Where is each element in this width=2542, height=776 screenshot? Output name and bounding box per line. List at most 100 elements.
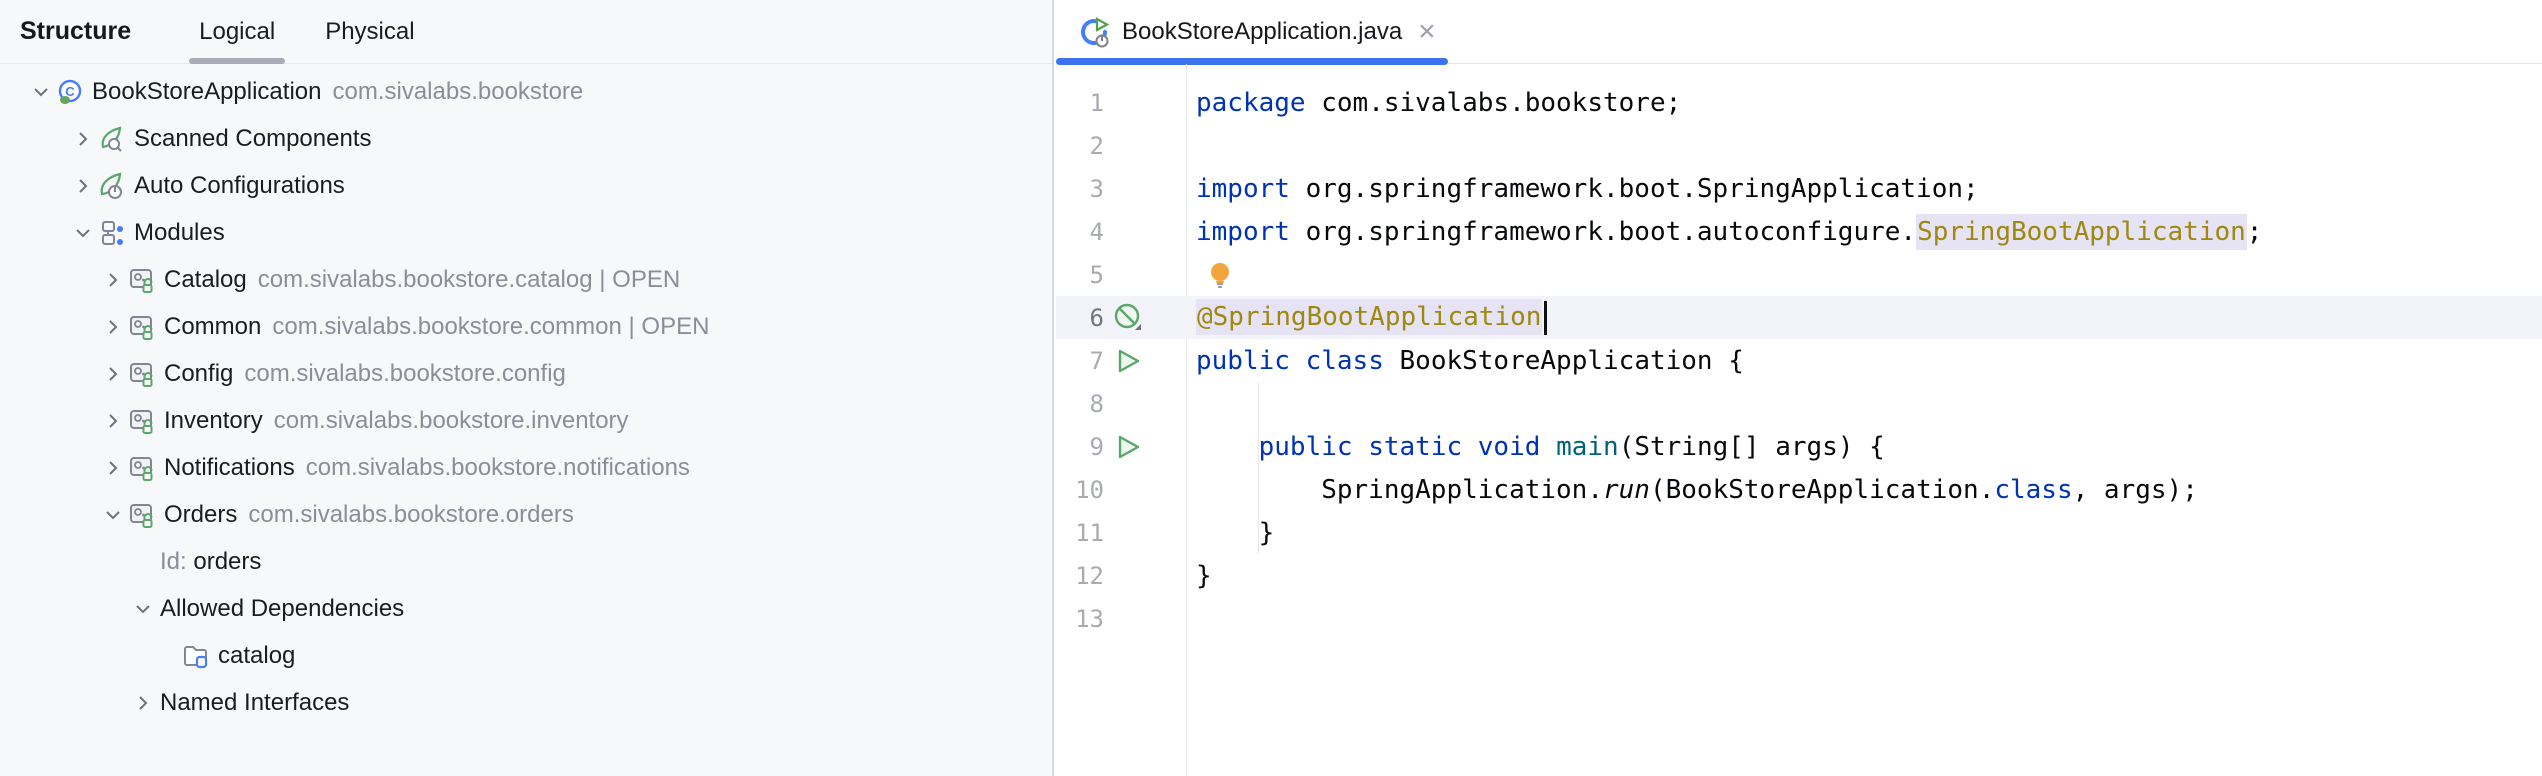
gutter-empty bbox=[1114, 174, 1160, 204]
line-number: 7 bbox=[1056, 347, 1104, 375]
code-line-5[interactable]: 5 bbox=[1056, 253, 2542, 296]
chevron-down-icon[interactable] bbox=[26, 77, 56, 107]
gutter-empty bbox=[1114, 217, 1160, 247]
gutter-empty bbox=[1114, 604, 1160, 634]
modules-icon bbox=[98, 219, 126, 247]
chevron-right-icon[interactable] bbox=[98, 406, 128, 436]
tab-logical[interactable]: Logical bbox=[187, 0, 287, 64]
code-line-10[interactable]: 10 SpringApplication.run(BookStoreApplic… bbox=[1056, 468, 2542, 511]
code-text[interactable]: import org.springframework.boot.autoconf… bbox=[1196, 217, 2262, 247]
chevron-down-icon[interactable] bbox=[98, 500, 128, 530]
tree-item-orders[interactable]: Id: orders bbox=[0, 538, 1052, 585]
chevron-down-icon[interactable] bbox=[128, 594, 158, 624]
tree-item-qualifier: com.sivalabs.bookstore bbox=[332, 78, 583, 106]
plain-token: (BookStoreApplication. bbox=[1650, 475, 1994, 505]
code-text[interactable]: SpringApplication.run(BookStoreApplicati… bbox=[1196, 475, 2198, 505]
editor-tab-bookstoreapplication[interactable]: BookStoreApplication.java × bbox=[1056, 0, 1448, 63]
plain-token: com.sivalabs.bookstore; bbox=[1306, 88, 1682, 118]
tree-item-prefix: Id: bbox=[160, 548, 193, 575]
chevron-right-icon[interactable] bbox=[98, 265, 128, 295]
tree-item-config[interactable]: Configcom.sivalabs.bookstore.config bbox=[0, 350, 1052, 397]
plain-token bbox=[1196, 432, 1259, 462]
gutter-empty bbox=[1114, 88, 1160, 118]
line-number: 10 bbox=[1056, 476, 1104, 504]
gutter-empty bbox=[1114, 260, 1160, 290]
tree-item-named-interfaces[interactable]: Named Interfaces bbox=[0, 679, 1052, 726]
code-line-1[interactable]: 1package com.sivalabs.bookstore; bbox=[1056, 81, 2542, 124]
keyword-token: public bbox=[1196, 346, 1290, 376]
chevron-right-icon[interactable] bbox=[128, 688, 158, 718]
tree-item-label: Id: orders bbox=[160, 548, 261, 576]
tree-item-notifications[interactable]: Notificationscom.sivalabs.bookstore.noti… bbox=[0, 444, 1052, 491]
code-text[interactable]: package com.sivalabs.bookstore; bbox=[1196, 88, 1681, 118]
code-text[interactable]: @SpringBootApplication bbox=[1196, 301, 1547, 335]
chevron-down-icon[interactable] bbox=[68, 218, 98, 248]
keyword-token: import bbox=[1196, 217, 1290, 247]
tree-item-label: Catalog bbox=[164, 266, 247, 294]
tree-item-orders[interactable]: Orderscom.sivalabs.bookstore.orders bbox=[0, 491, 1052, 538]
code-text[interactable]: } bbox=[1196, 561, 1212, 591]
plain-token: , args); bbox=[2073, 475, 2198, 505]
keyword-token: class bbox=[1306, 346, 1384, 376]
code-line-8[interactable]: 8 bbox=[1056, 382, 2542, 425]
code-line-12[interactable]: 12} bbox=[1056, 554, 2542, 597]
gutter-empty bbox=[1114, 131, 1160, 161]
code-line-4[interactable]: 4import org.springframework.boot.autocon… bbox=[1056, 210, 2542, 253]
line-number: 6 bbox=[1056, 304, 1104, 332]
method-name-token: main bbox=[1556, 432, 1619, 462]
code-line-2[interactable]: 2 bbox=[1056, 124, 2542, 167]
plain-token: (String[] args) { bbox=[1619, 432, 1885, 462]
tree-item-common[interactable]: Commoncom.sivalabs.bookstore.common | OP… bbox=[0, 303, 1052, 350]
tree-item-label: BookStoreApplication bbox=[92, 78, 321, 106]
tab-physical[interactable]: Physical bbox=[313, 0, 426, 64]
code-editor[interactable]: 1package com.sivalabs.bookstore;23import… bbox=[1056, 64, 2542, 776]
code-text[interactable] bbox=[1196, 260, 1232, 290]
plain-token bbox=[1540, 432, 1556, 462]
code-text[interactable]: import org.springframework.boot.SpringAp… bbox=[1196, 174, 1979, 204]
code-text[interactable]: public class BookStoreApplication { bbox=[1196, 346, 1744, 376]
plain-token bbox=[1290, 346, 1306, 376]
tree-item-bookstoreapplication[interactable]: CBookStoreApplicationcom.sivalabs.bookst… bbox=[0, 68, 1052, 115]
tab-logical-label: Logical bbox=[199, 18, 275, 46]
tree-item-scanned-components[interactable]: Scanned Components bbox=[0, 115, 1052, 162]
chevron-right-icon[interactable] bbox=[68, 171, 98, 201]
annotation-token: @SpringBootApplication bbox=[1196, 299, 1542, 335]
tree-item-catalog[interactable]: Catalogcom.sivalabs.bookstore.catalog | … bbox=[0, 256, 1052, 303]
text-caret bbox=[1544, 301, 1547, 335]
tree-item-qualifier: com.sivalabs.bookstore.inventory bbox=[274, 407, 629, 435]
gutter-empty bbox=[1114, 518, 1160, 548]
gutter-empty bbox=[1114, 389, 1160, 419]
ide-window: Structure Logical Physical CBookStoreApp… bbox=[0, 0, 2542, 776]
plain-token: org.springframework.boot.SpringApplicati… bbox=[1290, 174, 1979, 204]
code-line-13[interactable]: 13 bbox=[1056, 597, 2542, 640]
chevron-right-icon[interactable] bbox=[98, 312, 128, 342]
plain-token: } bbox=[1196, 561, 1212, 591]
keyword-token: public bbox=[1259, 432, 1353, 462]
code-line-7[interactable]: 7 public class BookStoreApplication { bbox=[1056, 339, 2542, 382]
editor-tab-title: BookStoreApplication.java bbox=[1122, 18, 1402, 46]
code-line-9[interactable]: 9 public static void main(String[] args)… bbox=[1056, 425, 2542, 468]
run-icon[interactable] bbox=[1114, 346, 1160, 376]
code-line-6[interactable]: 6 @SpringBootApplication bbox=[1056, 296, 2542, 339]
code-text[interactable]: } bbox=[1196, 518, 1274, 548]
tree-item-inventory[interactable]: Inventorycom.sivalabs.bookstore.inventor… bbox=[0, 397, 1052, 444]
plain-token: SpringApplication. bbox=[1196, 475, 1603, 505]
tree-item-auto-configurations[interactable]: Auto Configurations bbox=[0, 162, 1052, 209]
tree-item-allowed-dependencies[interactable]: Allowed Dependencies bbox=[0, 585, 1052, 632]
tree-item-modules[interactable]: Modules bbox=[0, 209, 1052, 256]
intention-bulb-icon[interactable] bbox=[1208, 262, 1232, 288]
tree-item-catalog[interactable]: catalog bbox=[0, 632, 1052, 679]
keyword-token: static bbox=[1368, 432, 1462, 462]
plain-token bbox=[1353, 432, 1369, 462]
code-line-3[interactable]: 3import org.springframework.boot.SpringA… bbox=[1056, 167, 2542, 210]
module-icon bbox=[128, 266, 156, 294]
chevron-right-icon[interactable] bbox=[98, 453, 128, 483]
tree-item-label: Orders bbox=[164, 501, 237, 529]
spring-bean-icon[interactable] bbox=[1114, 303, 1160, 333]
run-icon[interactable] bbox=[1114, 432, 1160, 462]
chevron-right-icon[interactable] bbox=[98, 359, 128, 389]
close-icon[interactable]: × bbox=[1418, 17, 1436, 47]
code-line-11[interactable]: 11 } bbox=[1056, 511, 2542, 554]
chevron-right-icon[interactable] bbox=[68, 124, 98, 154]
code-text[interactable]: public static void main(String[] args) { bbox=[1196, 432, 1885, 462]
